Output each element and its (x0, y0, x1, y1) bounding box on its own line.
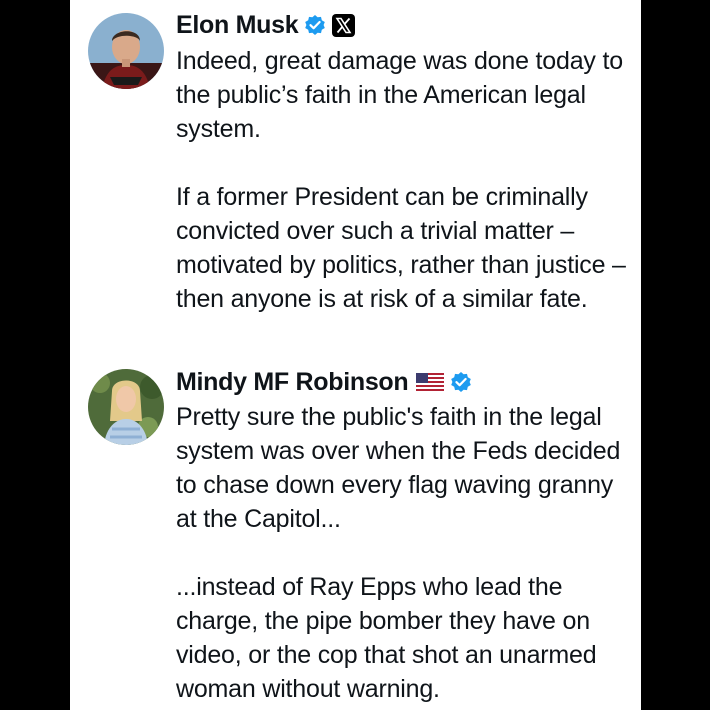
screenshot-frame: Elon Musk Indeed, great damage was done … (0, 0, 710, 710)
post-paragraph: Indeed, great damage was done today to t… (176, 47, 623, 143)
avatar[interactable] (88, 369, 164, 445)
verified-badge-icon (304, 14, 326, 36)
x-logo-icon (332, 13, 356, 37)
us-flag-icon (416, 373, 445, 391)
post-paragraph: Pretty sure the public's faith in the le… (176, 403, 621, 533)
thread-card: Elon Musk Indeed, great damage was done … (70, 0, 641, 710)
post-text: Indeed, great damage was done today to t… (176, 44, 636, 316)
avatar[interactable] (88, 13, 164, 89)
author-name[interactable]: Elon Musk (176, 11, 299, 40)
avatar-image (88, 13, 164, 89)
post-header: Mindy MF Robinson (176, 367, 472, 397)
post-header: Elon Musk (176, 10, 356, 40)
author-name[interactable]: Mindy MF Robinson (176, 368, 409, 397)
post-text: Pretty sure the public's faith in the le… (176, 400, 636, 706)
post-paragraph: If a former President can be criminally … (176, 183, 626, 313)
avatar-image (88, 369, 164, 445)
verified-badge-icon (450, 371, 472, 393)
post-paragraph: ...instead of Ray Epps who lead the char… (176, 573, 597, 703)
